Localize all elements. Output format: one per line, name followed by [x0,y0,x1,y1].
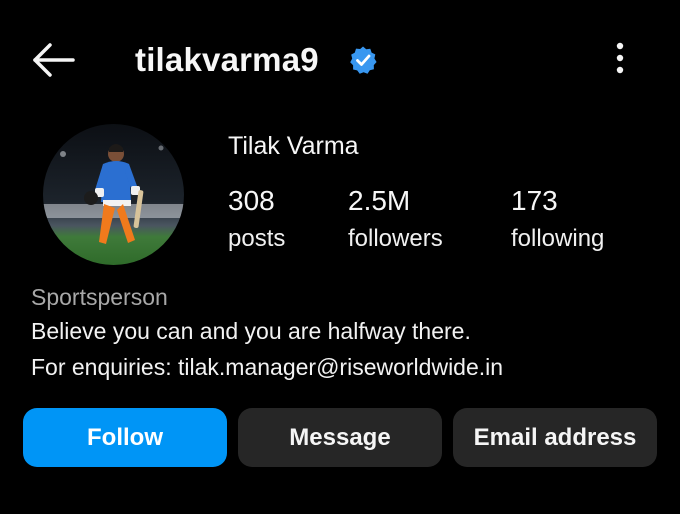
posts-value: 308 [228,185,275,216]
profile-header: tilakvarma9 [0,0,680,118]
following-count[interactable]: 173 following [511,184,604,256]
profile-full-name: Tilak Varma [228,132,359,160]
followers-label: followers [348,225,443,252]
posts-count[interactable]: 308 posts [228,184,285,256]
more-options-button[interactable] [604,38,636,82]
back-button[interactable] [28,38,78,82]
more-vertical-icon [616,42,624,74]
follow-button[interactable]: Follow [23,408,227,467]
profile-avatar[interactable] [43,124,184,265]
followers-count[interactable]: 2.5M followers [348,184,443,256]
email-address-button[interactable]: Email address [453,408,657,467]
bio-line: Believe you can and you are halfway ther… [31,318,471,344]
followers-value: 2.5M [348,185,411,216]
arrow-left-icon [33,43,75,77]
following-label: following [511,225,605,252]
following-value: 173 [511,185,558,216]
posts-label: posts [228,225,286,252]
bio-email-link[interactable]: tilak.manager@riseworldwide.in [178,354,503,380]
message-button[interactable]: Message [238,408,442,467]
verified-badge-icon [348,45,378,75]
profile-category: Sportsperson [31,284,168,310]
bio-enquiries-line: For enquiries: tilak.manager@riseworldwi… [31,354,503,381]
bio-enquiries-prefix: For enquiries: [31,354,179,380]
profile-username: tilakvarma9 [135,41,319,78]
